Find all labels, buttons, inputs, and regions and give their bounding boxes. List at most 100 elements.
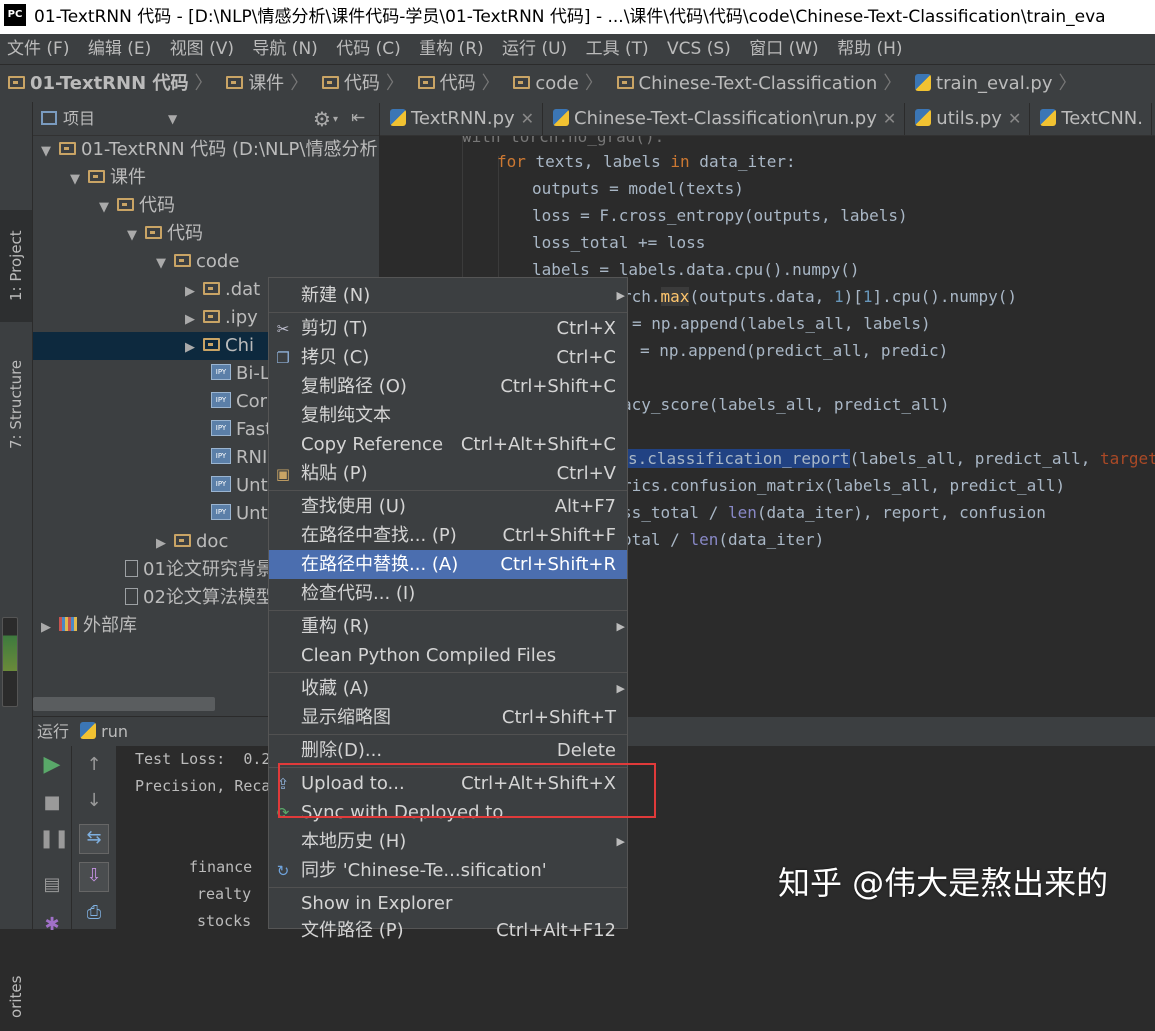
- library-icon: [59, 617, 77, 631]
- tree-item[interactable]: ▼ 代码: [33, 220, 379, 248]
- menu-help[interactable]: 帮助 (H): [837, 39, 902, 59]
- menu-item-clean-compiled[interactable]: Clean Python Compiled Files: [269, 641, 627, 670]
- expand-arrow-icon[interactable]: ▼: [97, 194, 111, 222]
- collapse-arrow-icon[interactable]: ▶: [39, 614, 53, 642]
- menu-edit[interactable]: 编辑 (E): [88, 39, 151, 59]
- run-config-name[interactable]: run: [101, 722, 128, 741]
- menu-item-file-path[interactable]: 文件路径 (P) Ctrl+Alt+F12: [269, 916, 627, 945]
- expand-arrow-icon[interactable]: ▼: [154, 250, 168, 278]
- menu-item-copy[interactable]: ❐ 拷贝 (C) Ctrl+C: [269, 343, 627, 372]
- stop-icon[interactable]: ■: [39, 790, 65, 816]
- console-line: Precision, Reca: [135, 777, 271, 795]
- arrow-up-icon[interactable]: ↑: [81, 752, 107, 778]
- menu-item-cut[interactable]: ✂ 剪切 (T) Ctrl+X: [269, 314, 627, 343]
- menu-item-copy-plain-text[interactable]: 复制纯文本: [269, 401, 627, 430]
- menu-item-local-history[interactable]: 本地历史 (H) ▶: [269, 827, 627, 856]
- folder-icon: [203, 309, 220, 323]
- soft-wrap-icon[interactable]: ⇆: [79, 824, 109, 854]
- folder-icon: [174, 533, 191, 547]
- menu-item-find-in-path[interactable]: 在路径中查找... (P) Ctrl+Shift+F: [269, 521, 627, 550]
- menu-item-find-usages[interactable]: 查找使用 (U) Alt+F7: [269, 492, 627, 521]
- menu-navigate[interactable]: 导航 (N): [252, 39, 317, 59]
- menu-item-replace-in-path[interactable]: 在路径中替换... (A) Ctrl+Shift+R: [269, 550, 627, 579]
- menu-item-paste[interactable]: ▣ 粘贴 (P) Ctrl+V: [269, 459, 627, 488]
- gear-icon[interactable]: ⚙: [313, 103, 331, 135]
- breadcrumb-item[interactable]: 代码〉: [321, 65, 404, 103]
- run-toolbar: ▶ ■ ❚❚ ▤ ✱: [33, 746, 72, 935]
- project-view-selector[interactable]: 项目: [63, 109, 95, 128]
- breadcrumb-item[interactable]: 01-TextRNN 代码〉: [8, 65, 212, 103]
- folder-icon: [226, 75, 244, 89]
- menu-view[interactable]: 视图 (V): [170, 39, 234, 59]
- menu-file[interactable]: 文件 (F): [7, 39, 69, 59]
- tab-project[interactable]: 1: Project: [0, 210, 32, 322]
- menu-vcs[interactable]: VCS (S): [667, 39, 731, 59]
- breadcrumb-item[interactable]: 课件〉: [226, 65, 308, 103]
- folder-icon: [321, 75, 339, 89]
- menu-item-refactor[interactable]: 重构 (R) ▶: [269, 612, 627, 641]
- horizontal-scrollbar[interactable]: [33, 697, 215, 711]
- breadcrumb-item[interactable]: Chinese-Text-Classification 〉: [616, 65, 901, 103]
- dropdown-caret-icon[interactable]: ▼: [168, 103, 177, 135]
- collapse-arrow-icon[interactable]: ▶: [183, 278, 197, 306]
- breadcrumb-item[interactable]: train_eval.py 〉: [915, 65, 1077, 103]
- window-title: 01-TextRNN 代码 - [D:\NLP\情感分析\课件代码-学员\01-…: [34, 7, 1106, 27]
- tab-textcnn[interactable]: TextCNN.: [1030, 103, 1152, 135]
- dump-threads-icon[interactable]: ▤: [39, 872, 65, 898]
- copy-icon: ❐: [276, 349, 290, 367]
- breadcrumb-item[interactable]: code 〉: [513, 65, 603, 103]
- notebook-file-icon: IPY: [211, 392, 231, 408]
- menu-separator: [269, 734, 627, 735]
- code-line: outputs = model(texts): [532, 179, 744, 198]
- tab-run[interactable]: Chinese-Text-Classification\run.py ✕: [543, 103, 906, 135]
- menu-item-favorites[interactable]: 收藏 (A) ▶: [269, 674, 627, 703]
- expand-arrow-icon[interactable]: ▼: [68, 166, 82, 194]
- folder-icon: [8, 75, 25, 89]
- menu-item-synchronize[interactable]: ↻ 同步 'Chinese-Te...sification': [269, 856, 627, 885]
- tree-item[interactable]: ▼ 01-TextRNN 代码 (D:\NLP\情感分析: [33, 136, 379, 164]
- tree-item[interactable]: ▼ 课件: [33, 164, 379, 192]
- code-line: rics.confusion_matrix(labels_all, predic…: [622, 476, 1066, 495]
- menu-window[interactable]: 窗口 (W): [749, 39, 818, 59]
- arrow-down-icon[interactable]: ↓: [81, 788, 107, 814]
- tab-utils[interactable]: utils.py ✕: [905, 103, 1031, 135]
- tab-textrnn[interactable]: TextRNN.py ✕: [380, 103, 544, 135]
- close-icon[interactable]: ✕: [883, 109, 896, 128]
- editor-tabs: TextRNN.py ✕ Chinese-Text-Classification\r…: [380, 103, 1155, 136]
- menu-item-show-in-explorer[interactable]: Show in Explorer: [269, 889, 627, 918]
- menu-run[interactable]: 运行 (U): [502, 39, 567, 59]
- close-icon[interactable]: ✕: [1008, 109, 1021, 128]
- breadcrumb-item[interactable]: 代码〉: [417, 65, 500, 103]
- print-icon[interactable]: ⎙: [81, 900, 107, 926]
- menu-item-new[interactable]: 新建 (N) ▶: [269, 281, 627, 310]
- scroll-to-end-icon[interactable]: ⇩: [79, 862, 109, 892]
- collapse-arrow-icon[interactable]: ▶: [183, 306, 197, 334]
- code-line: = np.append(labels_all, labels): [632, 314, 931, 333]
- menu-item-show-thumbnails[interactable]: 显示缩略图 Ctrl+Shift+T: [269, 703, 627, 732]
- submenu-arrow-icon: ▶: [616, 620, 625, 633]
- close-icon[interactable]: ✕: [521, 109, 534, 128]
- window-title-bar: PC 01-TextRNN 代码 - [D:\NLP\情感分析\课件代码-学员\0…: [0, 0, 1155, 34]
- menu-tools[interactable]: 工具 (T): [586, 39, 649, 59]
- menu-item-inspect-code[interactable]: 检查代码... (I): [269, 579, 627, 608]
- settings-icon[interactable]: ✱: [39, 912, 65, 938]
- menu-item-copy-reference[interactable]: Copy Reference Ctrl+Alt+Shift+C: [269, 430, 627, 459]
- python-file-icon: [390, 108, 406, 126]
- menu-item-delete[interactable]: 删除(D)... Delete: [269, 736, 627, 765]
- tree-item[interactable]: ▼ code: [33, 248, 379, 276]
- menu-refactor[interactable]: 重构 (R): [419, 39, 483, 59]
- tab-structure[interactable]: 7: Structure: [0, 342, 32, 467]
- collapse-arrow-icon[interactable]: ▶: [154, 530, 168, 558]
- rerun-icon[interactable]: ▶: [39, 752, 65, 778]
- pause-icon[interactable]: ❚❚: [39, 826, 69, 852]
- expand-arrow-icon[interactable]: ▼: [125, 222, 139, 250]
- collapse-arrow-icon[interactable]: ▶: [183, 334, 197, 362]
- tab-favorites[interactable]: orites: [0, 962, 32, 1031]
- menu-code[interactable]: 代码 (C): [336, 39, 401, 59]
- hide-panel-icon[interactable]: ⇤: [351, 102, 365, 134]
- menu-item-copy-path[interactable]: 复制路径 (O) Ctrl+Shift+C: [269, 372, 627, 401]
- code-line: rch.max(outputs.data, 1)[1].cpu().numpy(…: [622, 287, 1017, 306]
- folder-icon: [59, 141, 76, 155]
- tree-item[interactable]: ▼ 代码: [33, 192, 379, 220]
- expand-arrow-icon[interactable]: ▼: [39, 138, 53, 166]
